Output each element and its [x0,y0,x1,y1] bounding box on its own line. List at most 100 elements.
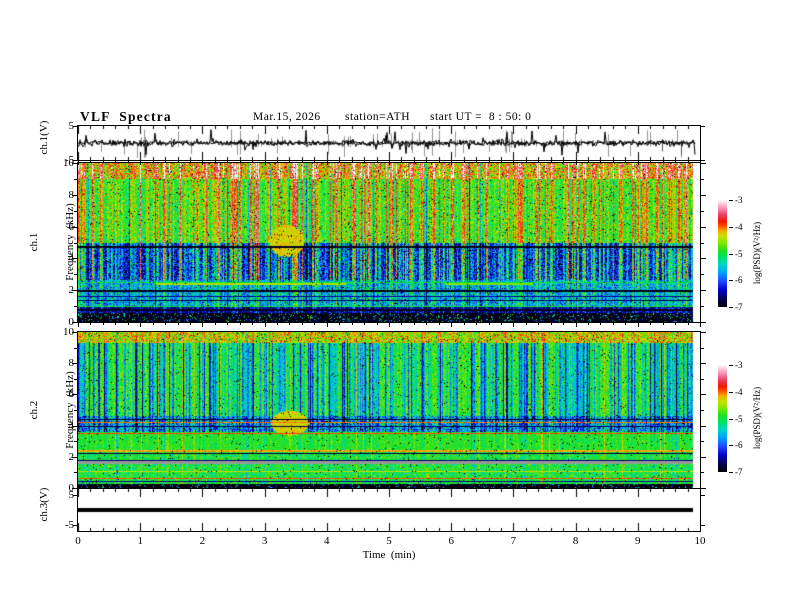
colorbar-ch1 [718,200,727,307]
x-axis-tick [352,323,353,325]
x-axis-tick-label: 6 [448,535,454,547]
x-axis-tick [115,323,116,325]
x-axis-tick [663,161,664,163]
ch1-frequency-axis-label-line2: Frequency (kHz) [64,203,76,281]
x-axis-tick [688,323,689,325]
x-axis-tick [401,323,402,325]
x-axis-tick [600,161,601,163]
x-axis-tick [327,161,328,165]
y-axis-tick [701,472,704,473]
x-axis-tick [464,323,465,325]
y-axis-tick-label: 5 [68,120,75,132]
x-axis-tick [451,161,452,165]
x-axis-tick [314,323,315,325]
x-axis-tick [588,323,589,325]
x-axis-tick [489,323,490,325]
x-axis-tick [389,323,390,327]
ch1-voltage-axis-label-text: ch.1(V) [38,120,50,155]
time-axis-label: Time (min) [362,549,416,561]
x-axis-tick [289,161,290,163]
spectrogram-ch2-panel [77,331,701,489]
x-axis-tick [140,161,141,165]
y-axis-tick [701,488,706,489]
y-axis-tick [701,394,706,395]
colorbar-ch1-caption: log(PSD)(V²/Hz) [752,221,762,285]
colorbar-tick [729,472,733,473]
x-axis-tick-label: 10 [694,535,706,547]
y-axis-tick [701,243,704,244]
x-axis-tick-label: 5 [386,535,392,547]
x-axis-tick [178,161,179,163]
y-axis-tick [74,379,77,380]
x-axis-tick [414,161,415,163]
x-axis-tick [215,161,216,163]
x-axis-tick [265,323,266,327]
y-axis-tick [701,306,704,307]
y-axis-tick [74,274,77,275]
x-axis-tick [613,323,614,325]
y-axis-tick-label: 2 [68,284,75,297]
colorbar-tick-label: -5 [735,249,743,259]
x-axis-tick [563,323,564,325]
x-axis-tick [501,161,502,163]
colorbar-tick [729,445,733,446]
x-axis-tick [439,161,440,163]
x-axis-tick [227,323,228,325]
spectrogram-ch1-panel [77,162,701,323]
y-axis-tick [701,441,704,442]
x-axis-tick [103,161,104,163]
x-axis-tick [140,323,141,327]
x-axis-tick [613,161,614,163]
x-axis-tick [439,323,440,325]
y-axis-tick [74,472,77,473]
x-axis-tick [190,161,191,163]
y-axis-tick [701,322,706,323]
y-axis-tick [701,363,706,364]
colorbar-tick-label: -7 [735,467,743,477]
x-axis-tick [327,323,328,327]
x-axis-tick [90,323,91,325]
y-axis-tick [701,227,706,228]
x-axis-tick [128,161,129,163]
x-axis-tick [625,161,626,163]
y-axis-tick [74,243,77,244]
x-axis-tick [451,323,452,327]
x-axis-tick-label: 3 [261,535,268,547]
y-axis-tick-label: 2 [68,450,75,463]
x-axis-tick [377,161,378,163]
colorbar-tick [729,419,733,420]
x-axis-tick [215,323,216,325]
y-axis-tick [701,274,704,275]
x-axis-tick [352,161,353,163]
colorbar-tick-label: -5 [735,414,743,424]
y-axis-tick [74,306,77,307]
x-axis-tick [700,161,701,165]
x-axis-tick [464,161,465,163]
x-axis-tick [638,161,639,165]
x-axis-tick-label: 2 [199,535,206,547]
x-axis-tick [153,323,154,325]
x-axis-tick [563,161,564,163]
x-axis-tick [364,323,365,325]
colorbar-tick [729,280,733,281]
y-axis-tick [701,495,705,496]
y-axis-tick [74,348,77,349]
x-axis-tick-label: 7 [510,535,517,547]
plot-station: station=ATH [345,111,411,123]
x-axis-tick-label: 0 [75,535,81,547]
x-axis-tick [650,161,651,163]
y-axis-tick-label: 8 [68,357,75,370]
y-axis-tick [74,410,77,411]
x-axis-tick-label: 8 [572,535,579,547]
x-axis-tick [289,323,290,325]
plot-title: VLF Spectra [80,109,172,124]
x-axis-tick [252,323,253,325]
x-axis-tick [501,323,502,325]
x-axis-tick [401,161,402,163]
x-axis-tick [513,161,514,165]
colorbar-tick-label: -3 [735,360,743,370]
y-axis-tick [701,179,704,180]
colorbar-tick-label: -4 [735,387,743,397]
y-axis-tick-label: 4 [68,252,75,265]
colorbar-tick [729,227,733,228]
